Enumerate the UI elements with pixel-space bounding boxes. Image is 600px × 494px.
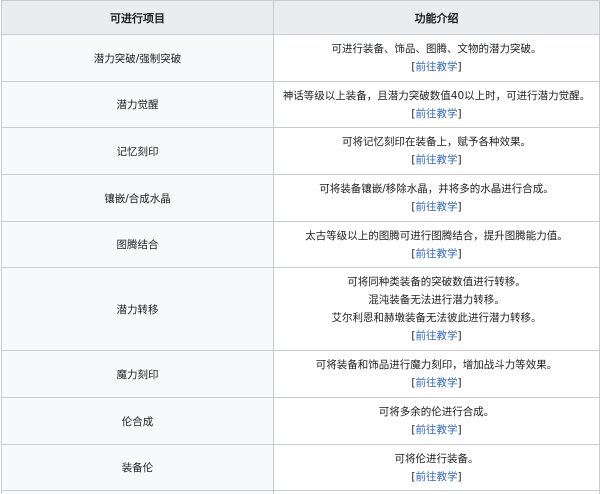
tutorial-link-wrap: [前往教学] [411,424,462,436]
tutorial-link-wrap: [前往教学] [411,247,462,260]
table-row-partial [1,490,600,494]
feature-name: 镶嵌/合成水晶 [1,174,274,222]
header-description: 功能介绍 [273,0,600,35]
description-line: 可将装备镶嵌/移除水晶，并将多的水晶进行合成。 [319,183,554,195]
tutorial-link-wrap: [前往教学] [411,470,462,483]
tutorial-link-wrap: [前往教学] [411,201,462,213]
tutorial-link-wrap: [前往教学] [411,154,462,166]
table-row: 图腾结合 太古等级以上的图腾可进行图腾结合，提升图腾能力值。 [前往教学] [1,221,600,268]
tutorial-link-wrap: [前往教学] [411,61,462,73]
feature-name-partial [1,490,274,494]
feature-description-partial [273,490,600,494]
feature-description: 太古等级以上的图腾可进行图腾结合，提升图腾能力值。 [前往教学] [273,221,600,268]
description-line: 混沌装备无法进行潜力转移。 [368,294,505,306]
tutorial-link[interactable]: 前往教学 [416,61,458,73]
table-header-row: 可进行项目 功能介绍 [1,0,600,35]
feature-name: 魔力刻印 [1,350,274,398]
tutorial-link[interactable]: 前往教学 [416,471,458,483]
description-line: 可将多余的伦进行合成。 [378,406,495,418]
tutorial-link[interactable]: 前往教学 [416,330,458,342]
feature-description: 可将同种类装备的突破数值进行转移。 混沌装备无法进行潜力转移。 艾尔利恩和赫墩装… [273,267,600,351]
feature-table-container: 可进行项目 功能介绍 潜力突破/强制突破 可进行装备、饰品、图腾、文物的潜力突破… [0,0,600,494]
feature-name: 伦合成 [1,397,274,445]
tutorial-link[interactable]: 前往教学 [416,248,458,260]
feature-name: 潜力突破/强制突破 [1,34,274,82]
description-line: 可将记忆刻印在装备上，赋予各种效果。 [342,136,531,148]
tutorial-link[interactable]: 前往教学 [416,154,458,166]
table-row: 伦合成 可将多余的伦进行合成。 [前往教学] [1,397,600,445]
tutorial-link-wrap: [前往教学] [411,377,462,389]
description-line: 艾尔利恩和赫墩装备无法彼此进行潜力转移。 [331,312,542,324]
feature-description: 可将记忆刻印在装备上，赋予各种效果。 [前往教学] [273,127,600,175]
feature-description: 神话等级以上装备，且潜力突破数值40以上时，可进行潜力觉醒。 [前往教学] [273,81,600,128]
tutorial-link[interactable]: 前往教学 [416,377,458,389]
description-line: 神话等级以上装备，且潜力突破数值40以上时，可进行潜力觉醒。 [282,89,591,102]
tutorial-link-wrap: [前往教学] [411,107,462,120]
description-line: 可将装备和饰品进行魔力刻印，增加战斗力等效果。 [315,359,558,371]
tutorial-link[interactable]: 前往教学 [416,108,458,120]
feature-table: 可进行项目 功能介绍 潜力突破/强制突破 可进行装备、饰品、图腾、文物的潜力突破… [1,0,600,494]
feature-description: 可将伦进行装备。 [前往教学] [273,444,600,491]
description-line: 可将同种类装备的突破数值进行转移。 [347,276,526,288]
description-line: 太古等级以上的图腾可进行图腾结合，提升图腾能力值。 [305,229,568,242]
table-row: 潜力突破/强制突破 可进行装备、饰品、图腾、文物的潜力突破。 [前往教学] [1,34,600,82]
feature-description: 可将装备镶嵌/移除水晶，并将多的水晶进行合成。 [前往教学] [273,174,600,222]
feature-name: 记忆刻印 [1,127,274,175]
table-row: 潜力觉醒 神话等级以上装备，且潜力突破数值40以上时，可进行潜力觉醒。 [前往教… [1,81,600,128]
feature-name: 图腾结合 [1,221,274,268]
tutorial-link[interactable]: 前往教学 [416,424,458,436]
table-row: 装备伦 可将伦进行装备。 [前往教学] [1,444,600,491]
feature-name: 潜力觉醒 [1,81,274,128]
table-row: 记忆刻印 可将记忆刻印在装备上，赋予各种效果。 [前往教学] [1,127,600,175]
feature-description: 可将装备和饰品进行魔力刻印，增加战斗力等效果。 [前往教学] [273,350,600,398]
description-line: 可将伦进行装备。 [394,452,479,465]
feature-name: 潜力转移 [1,267,274,351]
table-row: 魔力刻印 可将装备和饰品进行魔力刻印，增加战斗力等效果。 [前往教学] [1,350,600,398]
table-row: 镶嵌/合成水晶 可将装备镶嵌/移除水晶，并将多的水晶进行合成。 [前往教学] [1,174,600,222]
description-line: 可进行装备、饰品、图腾、文物的潜力突破。 [331,43,542,55]
header-feature: 可进行项目 [1,0,274,35]
tutorial-link[interactable]: 前往教学 [416,201,458,213]
feature-name: 装备伦 [1,444,274,491]
tutorial-link-wrap: [前往教学] [411,330,462,342]
feature-description: 可进行装备、饰品、图腾、文物的潜力突破。 [前往教学] [273,34,600,82]
table-row: 潜力转移 可将同种类装备的突破数值进行转移。 混沌装备无法进行潜力转移。 艾尔利… [1,267,600,351]
feature-description: 可将多余的伦进行合成。 [前往教学] [273,397,600,445]
